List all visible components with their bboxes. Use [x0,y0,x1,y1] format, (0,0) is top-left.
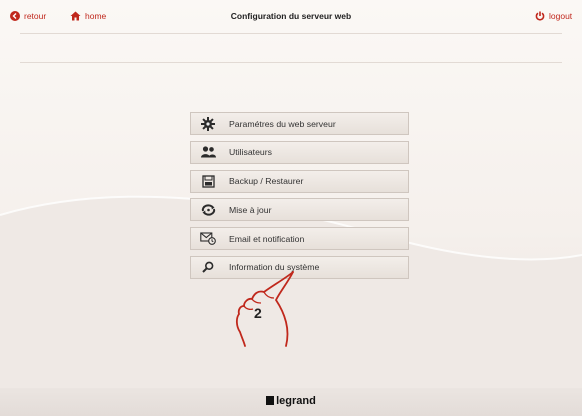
page-title: Configuration du serveur web [230,11,352,21]
logout-label: logout [549,11,573,21]
top-bar: retour home Configuration du serveur web… [0,0,582,36]
menu-item-update[interactable]: Mise à jour [190,198,409,222]
power-icon [535,11,545,21]
header-divider [20,33,562,34]
search-icon [202,262,214,274]
pointing-hand-annotation [235,271,294,347]
brand-logo: legrand [0,394,582,408]
logo-square-icon [266,396,275,405]
config-menu: Paramétres du web serveur Utilisateurs B… [190,112,409,285]
users-icon [200,146,216,158]
menu-item-label: Mise à jour [229,204,272,215]
brand-name: legrand [276,395,316,407]
step-number-label: 2 [254,305,262,321]
gear-icon [201,116,215,131]
logout-button[interactable]: logout [535,10,572,22]
menu-item-web-server-settings[interactable]: Paramétres du web serveur [190,112,409,135]
menu-item-email-notification[interactable]: Email et notification [190,227,409,251]
menu-item-label: Email et notification [229,233,305,244]
menu-item-label: Paramétres du web serveur [229,118,336,129]
menu-item-backup-restore[interactable]: Backup / Restaurer [190,169,409,193]
update-icon [201,204,215,216]
email-icon [200,232,216,246]
backup-icon [201,174,215,188]
menu-item-label: Backup / Restaurer [229,176,304,187]
menu-item-users[interactable]: Utilisateurs [190,140,409,164]
header-divider-lower [20,62,562,63]
menu-item-label: Utilisateurs [229,147,272,158]
